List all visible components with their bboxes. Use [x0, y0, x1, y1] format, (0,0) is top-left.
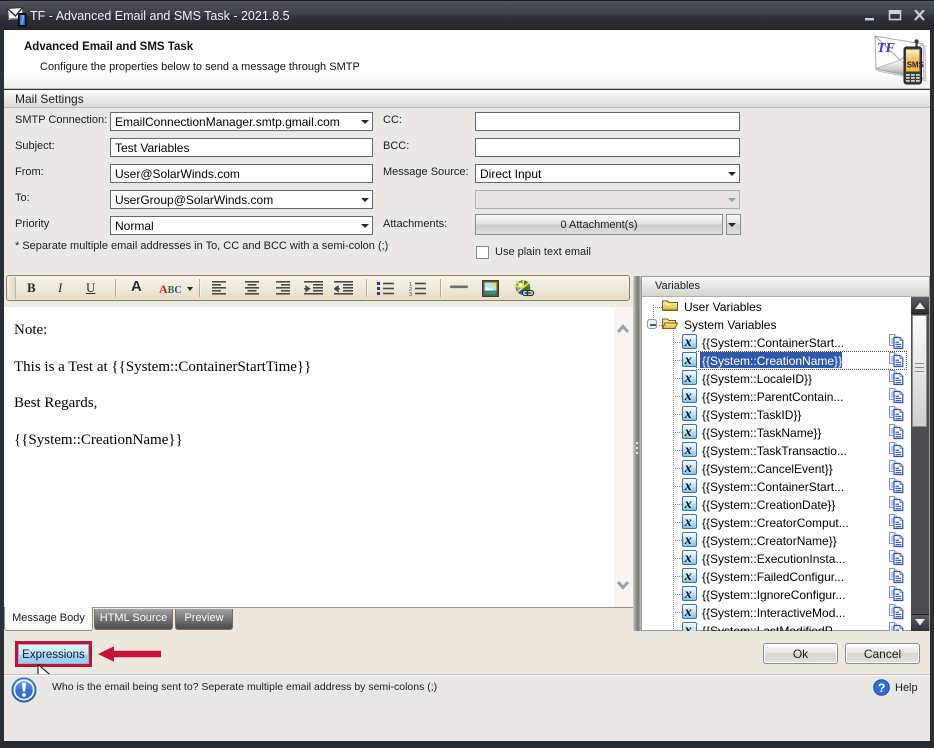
svg-text:?: ? — [878, 681, 885, 695]
svg-text:SMS: SMS — [907, 61, 924, 70]
svg-text:3: 3 — [409, 292, 412, 296]
svg-text:TF: TF — [877, 41, 896, 56]
